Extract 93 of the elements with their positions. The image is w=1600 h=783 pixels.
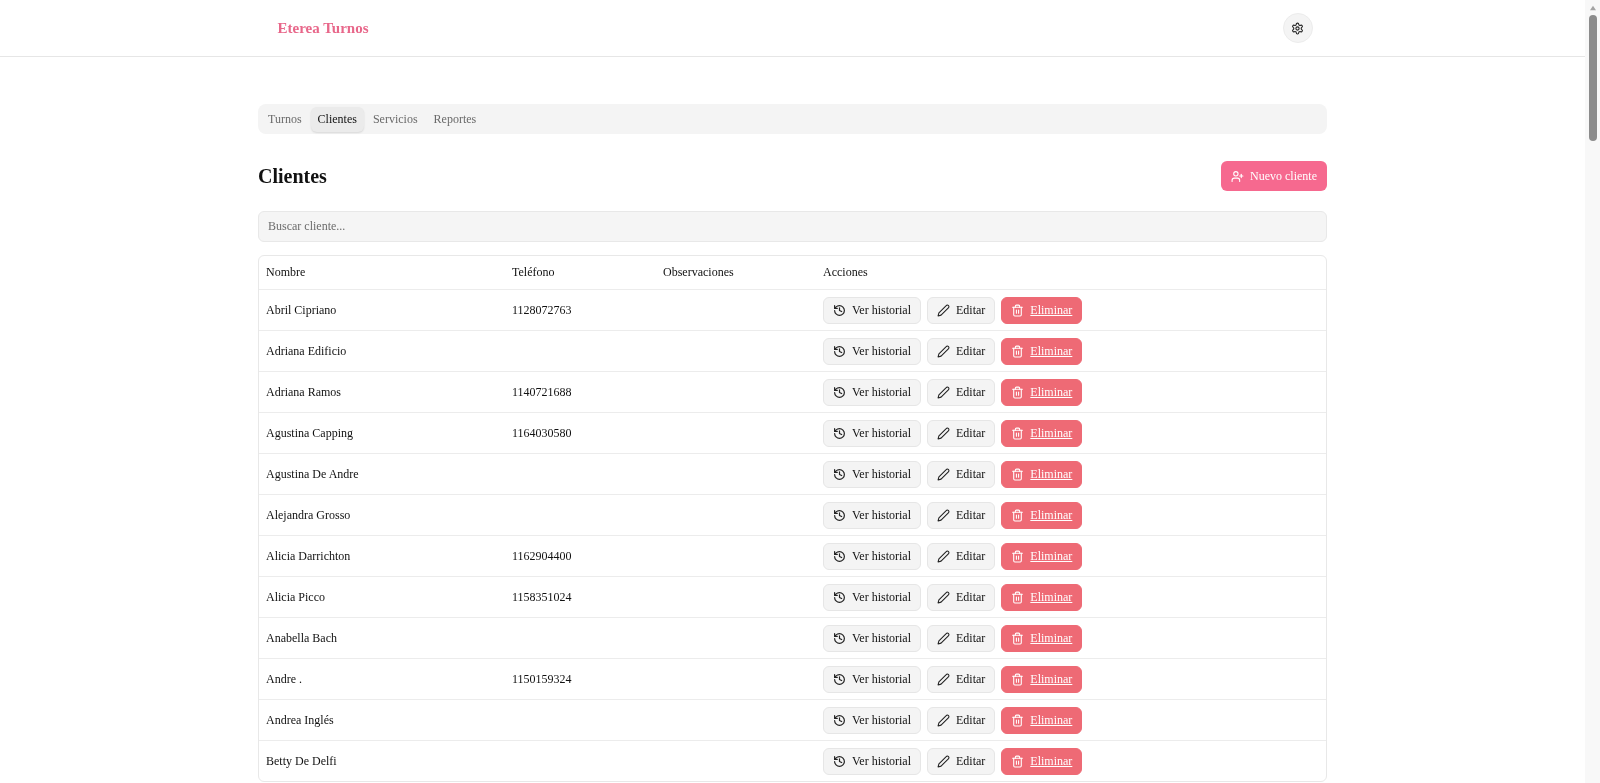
client-name-cell-text: Anabella Bach <box>266 630 338 646</box>
settings-button[interactable] <box>1282 13 1313 43</box>
column-header: Acciones <box>823 265 869 280</box>
history-icon <box>833 713 846 727</box>
pencil-icon <box>937 508 950 522</box>
client-name-cell-text: Andrea Inglés <box>266 712 335 728</box>
pencil-icon <box>937 590 950 604</box>
history-icon <box>833 467 846 481</box>
client-name-cell-text: Adriana Edificio <box>266 343 348 359</box>
history-button[interactable]: Ver historial <box>823 747 921 775</box>
client-name-cell-text: Alicia Picco <box>266 589 326 605</box>
phone-cell: 1140721688 <box>512 384 572 400</box>
edit-button[interactable]: Editar <box>927 747 996 775</box>
column-header: Observaciones <box>663 265 735 280</box>
nav-tab[interactable]: Clientes <box>310 106 364 132</box>
history-icon <box>833 672 846 686</box>
trash-icon <box>1011 713 1025 727</box>
history-button[interactable]: Ver historial <box>823 583 921 611</box>
client-name-cell-text: Adriana Ramos <box>266 384 342 400</box>
pencil-icon <box>937 631 950 645</box>
scrollbar-thumb[interactable] <box>1588 15 1597 141</box>
pencil-icon <box>937 549 950 563</box>
trash-icon <box>1011 672 1025 686</box>
history-icon <box>833 590 846 604</box>
edit-button[interactable]: Editar <box>927 337 996 365</box>
history-icon <box>833 508 846 522</box>
search-field[interactable]: Buscar cliente... <box>258 211 1327 242</box>
client-name-cell-text: Agustina Capping <box>266 425 354 441</box>
trash-icon <box>1011 508 1025 522</box>
edit-button[interactable]: Editar <box>927 583 996 611</box>
pencil-icon <box>937 344 950 358</box>
trash-icon <box>1011 344 1025 358</box>
history-icon <box>833 754 846 768</box>
history-icon <box>833 631 846 645</box>
history-button[interactable]: Ver historial <box>823 378 921 406</box>
client-name-cell-text: Abril Cipriano <box>266 302 338 318</box>
nav-tab[interactable]: Turnos <box>261 106 309 132</box>
client-name-cell-text: Alejandra Grosso <box>266 507 352 523</box>
pencil-icon <box>937 754 950 768</box>
column-header: Teléfono <box>512 265 556 280</box>
phone-cell: 1162904400 <box>512 548 572 564</box>
phone-cell: 1164030580 <box>512 425 572 441</box>
edit-button[interactable]: Editar <box>927 706 996 734</box>
scroll-up-arrow-icon[interactable] <box>1588 5 1597 11</box>
column-header: Nombre <box>266 265 307 280</box>
trash-icon <box>1011 590 1025 604</box>
trash-icon <box>1011 631 1025 645</box>
edit-button[interactable]: Editar <box>927 665 996 693</box>
history-button[interactable]: Ver historial <box>823 460 921 488</box>
pencil-icon <box>937 713 950 727</box>
history-icon <box>833 385 846 399</box>
history-button[interactable]: Ver historial <box>823 542 921 570</box>
history-icon <box>833 303 846 317</box>
history-button[interactable]: Ver historial <box>823 624 921 652</box>
phone-cell: 1128072763 <box>512 302 572 318</box>
edit-button[interactable]: Editar <box>927 460 996 488</box>
pencil-icon <box>937 303 950 317</box>
pencil-icon <box>937 467 950 481</box>
history-button[interactable]: Ver historial <box>823 419 921 447</box>
history-button[interactable]: Ver historial <box>823 337 921 365</box>
history-button[interactable]: Ver historial <box>823 665 921 693</box>
pencil-icon <box>937 672 950 686</box>
client-name-cell-text: Alicia Darrichton <box>266 548 352 564</box>
trash-icon <box>1011 754 1025 768</box>
pencil-icon <box>937 426 950 440</box>
trash-icon <box>1011 549 1025 563</box>
history-icon <box>833 344 846 358</box>
trash-icon <box>1011 467 1025 481</box>
trash-icon <box>1011 303 1025 317</box>
nav-tab[interactable]: Servicios <box>365 106 425 132</box>
phone-cell: 1150159324 <box>512 671 572 687</box>
page-title: Clientes <box>258 164 327 188</box>
edit-button[interactable]: Editar <box>927 501 996 529</box>
trash-icon <box>1011 385 1025 399</box>
edit-button[interactable]: Editar <box>927 419 996 447</box>
edit-button[interactable]: Editar <box>927 378 996 406</box>
history-icon <box>833 549 846 563</box>
pencil-icon <box>937 385 950 399</box>
history-button[interactable]: Ver historial <box>823 296 921 324</box>
edit-button[interactable]: Editar <box>927 542 996 570</box>
edit-button[interactable]: Editar <box>927 624 996 652</box>
trash-icon <box>1011 426 1025 440</box>
nav-tab[interactable]: Reportes <box>426 106 484 132</box>
history-icon <box>833 426 846 440</box>
history-button[interactable]: Ver historial <box>823 501 921 529</box>
user-plus-icon <box>1231 169 1244 183</box>
client-name-cell-text: Betty De Delfi <box>266 753 338 769</box>
client-name-cell-text: Agustina De Andre <box>266 466 360 482</box>
edit-button[interactable]: Editar <box>927 296 996 324</box>
history-button[interactable]: Ver historial <box>823 706 921 734</box>
client-name-cell-text: Andre . <box>266 671 303 687</box>
settings-icon <box>1291 21 1304 35</box>
phone-cell: 1158351024 <box>512 589 572 605</box>
